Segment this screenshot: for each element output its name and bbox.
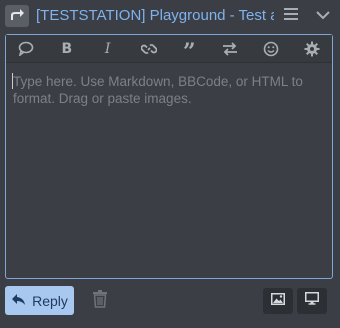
reply-arrow-icon <box>11 293 26 309</box>
share-button[interactable] <box>5 5 29 27</box>
menu-button[interactable] <box>280 6 302 26</box>
upload-image-button[interactable] <box>263 288 293 314</box>
trash-icon <box>92 289 108 313</box>
image-icon <box>271 292 285 310</box>
bold-icon[interactable]: B <box>57 39 77 59</box>
share-arrow-icon <box>9 7 25 26</box>
collapse-button[interactable] <box>312 6 334 26</box>
reply-label: Reply <box>32 292 68 309</box>
topic-title[interactable]: [TESTSTATION] Playground - Test all... <box>36 7 274 25</box>
chevron-down-icon <box>316 7 330 25</box>
italic-icon[interactable]: I <box>98 39 118 59</box>
reply-button[interactable]: Reply <box>5 286 74 315</box>
toggle-preview-button[interactable] <box>297 288 327 314</box>
composer-header: [TESTSTATION] Playground - Test all... <box>0 0 340 32</box>
gear-icon[interactable] <box>302 39 322 59</box>
link-icon[interactable] <box>139 39 159 59</box>
smiley-icon[interactable] <box>261 39 281 59</box>
swap-arrows-icon[interactable] <box>220 39 240 59</box>
hamburger-icon <box>284 7 298 25</box>
editor-toolbar: B I ” <box>6 35 332 63</box>
editor-panel: B I ” Type here. Use Markdown, BBCode, o… <box>5 34 333 279</box>
speech-bubble-icon[interactable] <box>16 39 36 59</box>
quote-icon[interactable]: ” <box>179 39 199 63</box>
reply-textarea[interactable]: Type here. Use Markdown, BBCode, or HTML… <box>13 73 323 263</box>
monitor-icon <box>305 292 319 310</box>
discard-button[interactable] <box>90 290 110 312</box>
